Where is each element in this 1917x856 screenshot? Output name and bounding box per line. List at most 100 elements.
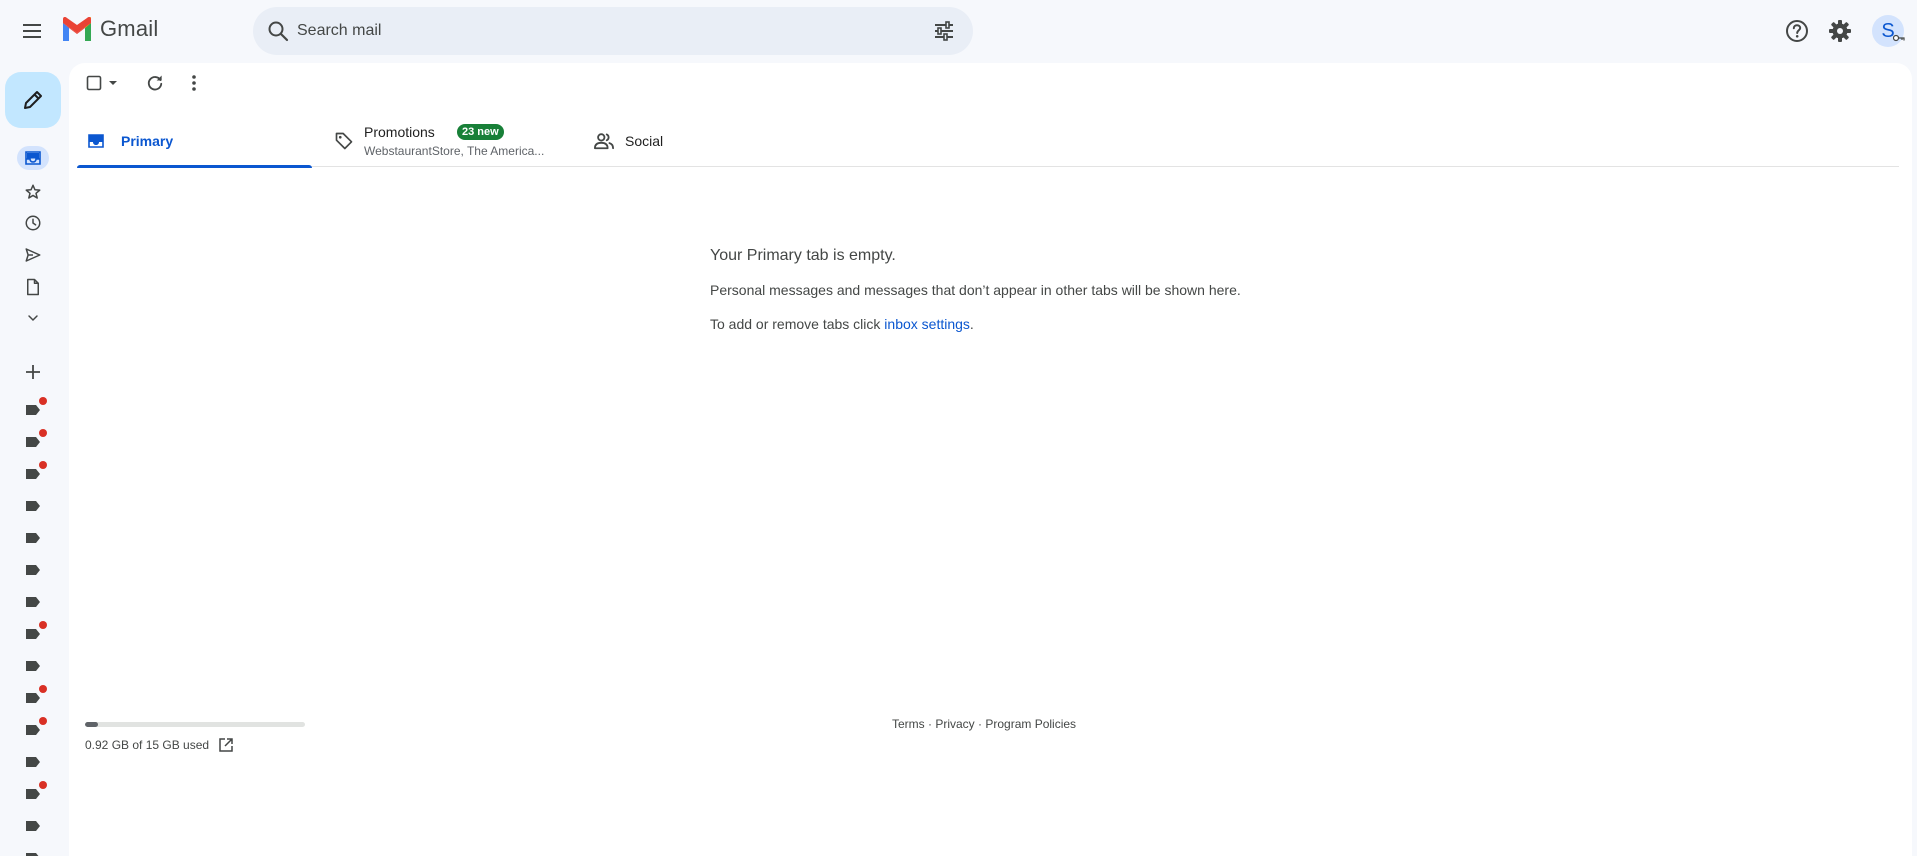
unread-dot xyxy=(39,397,47,405)
privacy-link[interactable]: Privacy xyxy=(935,717,974,731)
nav-snoozed[interactable] xyxy=(17,207,49,239)
label-icon xyxy=(26,437,40,447)
tab-social[interactable]: Social xyxy=(590,115,790,167)
unread-dot xyxy=(39,781,47,789)
label-icon xyxy=(26,565,40,575)
unread-dot xyxy=(39,717,47,725)
empty-state-hint: To add or remove tabs click inbox settin… xyxy=(710,316,1310,332)
pencil-icon xyxy=(24,91,42,109)
nav-sent[interactable] xyxy=(17,239,49,271)
empty-state-title: Your Primary tab is empty. xyxy=(710,247,896,264)
sidebar-label-item[interactable] xyxy=(17,778,49,810)
tab-snippet: WebstaurantStore, The America... xyxy=(364,144,545,158)
empty-state-description: Personal messages and messages that don’… xyxy=(710,282,1241,298)
empty-state: Your Primary tab is empty. Personal mess… xyxy=(710,247,1310,332)
storage-usage: 0.92 GB of 15 GB used xyxy=(85,737,234,753)
tag-icon xyxy=(335,132,353,150)
inbox-settings-link[interactable]: inbox settings xyxy=(884,316,970,332)
main-panel: Primary Promotions 23 new WebstaurantSto… xyxy=(69,63,1912,856)
refresh-icon xyxy=(147,75,163,91)
help-button[interactable] xyxy=(1781,15,1813,47)
category-tabs: Primary Promotions 23 new WebstaurantSto… xyxy=(77,115,1899,168)
gmail-logo[interactable]: Gmail xyxy=(61,16,158,42)
active-tab-indicator xyxy=(77,165,312,168)
program-policies-link[interactable]: Program Policies xyxy=(985,717,1076,731)
search-bar[interactable] xyxy=(253,7,973,55)
sidebar-label-item[interactable] xyxy=(17,522,49,554)
sidebar-label-item[interactable] xyxy=(17,618,49,650)
people-icon xyxy=(594,133,614,150)
sidebar-label-item[interactable] xyxy=(17,746,49,778)
sidebar-label-item[interactable] xyxy=(17,682,49,714)
draft-file-icon xyxy=(27,278,39,296)
clock-icon xyxy=(25,215,41,231)
terms-link[interactable]: Terms xyxy=(892,717,925,731)
sidebar-label-item[interactable] xyxy=(17,554,49,586)
inbox-icon xyxy=(25,151,41,165)
select-all-checkbox[interactable] xyxy=(86,75,120,91)
settings-button[interactable] xyxy=(1824,15,1856,47)
hamburger-icon xyxy=(23,24,41,38)
search-input[interactable] xyxy=(297,7,897,55)
label-icon xyxy=(26,821,40,831)
gear-icon xyxy=(1829,20,1851,42)
unread-dot xyxy=(39,685,47,693)
label-icon xyxy=(26,757,40,767)
sidebar-label-item[interactable] xyxy=(17,842,49,856)
sidebar-label-item[interactable] xyxy=(17,810,49,842)
sidebar-label-item[interactable] xyxy=(17,458,49,490)
label-icon xyxy=(26,853,39,856)
tab-promotions[interactable]: Promotions 23 new WebstaurantStore, The … xyxy=(329,115,569,167)
tab-label: Primary xyxy=(121,133,174,149)
tab-label: Promotions xyxy=(364,124,435,140)
sidebar-label-item[interactable] xyxy=(17,394,49,426)
tab-label: Social xyxy=(625,133,664,149)
nav-more[interactable] xyxy=(17,302,49,334)
sidebar-label-item[interactable] xyxy=(17,650,49,682)
nav-drafts[interactable] xyxy=(17,271,49,303)
search-options-icon[interactable] xyxy=(932,19,956,43)
main-menu-button[interactable] xyxy=(17,15,49,47)
sidebar-label-item[interactable] xyxy=(17,586,49,618)
tab-primary[interactable]: Primary xyxy=(77,115,312,168)
label-icon xyxy=(26,469,40,479)
help-icon xyxy=(1786,20,1808,42)
label-icon xyxy=(26,629,40,639)
checkbox-icon xyxy=(86,75,102,91)
sidebar-label-item[interactable] xyxy=(17,714,49,746)
sidebar-label-item[interactable] xyxy=(17,426,49,458)
unread-dot xyxy=(39,621,47,629)
send-icon xyxy=(25,248,41,262)
footer-separator: · xyxy=(974,717,986,731)
label-icon xyxy=(26,661,40,671)
open-in-new-icon[interactable] xyxy=(218,737,234,753)
star-icon xyxy=(25,184,41,199)
label-icon xyxy=(26,693,40,703)
key-icon xyxy=(1893,34,1905,42)
search-icon[interactable] xyxy=(266,19,290,43)
chevron-down-icon xyxy=(28,315,38,322)
unread-dot xyxy=(39,461,47,469)
refresh-button[interactable] xyxy=(145,73,165,93)
inbox-icon xyxy=(88,134,104,148)
caret-down-icon[interactable] xyxy=(106,76,120,90)
nav-starred[interactable] xyxy=(17,176,49,208)
footer-links: Terms · Privacy · Program Policies xyxy=(892,717,1076,731)
label-icon xyxy=(26,725,40,735)
storage-meter-fill xyxy=(85,722,99,727)
unread-dot xyxy=(39,429,47,437)
more-options-button[interactable] xyxy=(184,73,204,93)
storage-meter xyxy=(85,722,305,727)
footer-separator: · xyxy=(924,717,936,731)
account-avatar[interactable]: S xyxy=(1872,15,1904,47)
create-label-button[interactable] xyxy=(17,356,49,388)
more-vert-icon xyxy=(192,75,196,91)
sidebar-label-item[interactable] xyxy=(17,490,49,522)
gmail-m-icon xyxy=(63,17,91,41)
nav-inbox[interactable] xyxy=(17,146,49,170)
hint-prefix: To add or remove tabs click xyxy=(710,316,885,332)
label-icon xyxy=(26,789,40,799)
label-icon xyxy=(26,533,40,543)
app-name: Gmail xyxy=(100,16,159,41)
compose-button[interactable] xyxy=(5,72,61,128)
